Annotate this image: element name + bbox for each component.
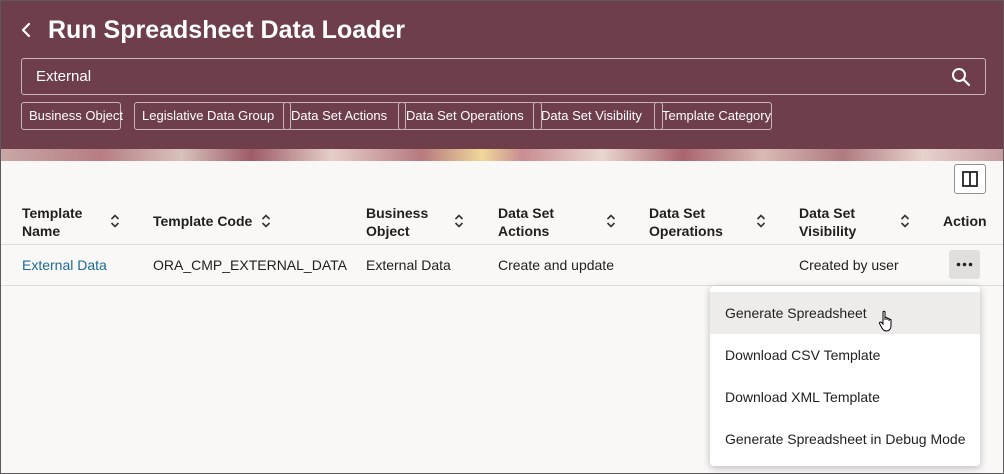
template-code-cell: ORA_CMP_EXTERNAL_DATA bbox=[153, 257, 347, 273]
search-icon[interactable] bbox=[951, 67, 971, 87]
header-action: Action bbox=[943, 213, 987, 229]
row-actions-button[interactable] bbox=[949, 250, 980, 279]
menu-item-download-csv-template[interactable]: Download CSV Template bbox=[710, 334, 980, 376]
template-name-link[interactable]: External Data bbox=[22, 257, 107, 273]
chip-data-set-visibility[interactable]: Data Set Visibility bbox=[533, 102, 663, 130]
sort-icon[interactable] bbox=[110, 213, 120, 229]
chevron-left-icon bbox=[21, 22, 31, 38]
more-horizontal-icon bbox=[956, 262, 973, 267]
columns-button[interactable] bbox=[954, 164, 986, 194]
chip-template-category[interactable]: Template Category bbox=[654, 102, 772, 130]
chip-business-object[interactable]: Business Object bbox=[21, 102, 123, 130]
search-field[interactable]: External bbox=[21, 58, 986, 95]
menu-item-generate-spreadsheet[interactable]: Generate Spreadsheet bbox=[710, 292, 980, 334]
header-data-set-actions[interactable]: Data Set Actions bbox=[498, 204, 554, 240]
row-actions-menu: Generate Spreadsheet Download CSV Templa… bbox=[710, 286, 980, 466]
header-template-code[interactable]: Template Code bbox=[153, 212, 252, 230]
menu-item-generate-spreadsheet-debug[interactable]: Generate Spreadsheet in Debug Mode bbox=[710, 418, 980, 460]
chip-data-set-actions[interactable]: Data Set Actions bbox=[283, 102, 406, 130]
chip-legislative-data-group[interactable]: Legislative Data Group bbox=[134, 102, 291, 130]
data-set-actions-cell: Create and update bbox=[498, 257, 614, 273]
menu-item-download-xml-template[interactable]: Download XML Template bbox=[710, 376, 980, 418]
header-divider bbox=[1, 244, 1003, 245]
header-business-object[interactable]: Business Object bbox=[366, 204, 428, 240]
back-button[interactable] bbox=[15, 17, 37, 43]
search-input[interactable]: External bbox=[36, 68, 91, 85]
sort-icon[interactable] bbox=[261, 213, 271, 229]
chip-data-set-operations[interactable]: Data Set Operations bbox=[398, 102, 542, 130]
business-object-cell: External Data bbox=[366, 257, 451, 273]
sort-icon[interactable] bbox=[606, 213, 616, 229]
header-data-set-visibility[interactable]: Data Set Visibility bbox=[799, 204, 856, 240]
header-data-set-operations[interactable]: Data Set Operations bbox=[649, 204, 723, 240]
columns-icon bbox=[962, 171, 978, 187]
sort-icon[interactable] bbox=[900, 213, 910, 229]
page-title: Run Spreadsheet Data Loader bbox=[48, 16, 406, 44]
data-set-visibility-cell: Created by user bbox=[799, 257, 899, 273]
hand-pointer-icon bbox=[878, 310, 892, 332]
page-header: Run Spreadsheet Data Loader External Bus… bbox=[1, 1, 1003, 149]
decorative-banner bbox=[1, 149, 1003, 161]
sort-icon[interactable] bbox=[454, 213, 464, 229]
sort-icon[interactable] bbox=[756, 213, 766, 229]
header-template-name[interactable]: Template Name bbox=[22, 204, 82, 240]
